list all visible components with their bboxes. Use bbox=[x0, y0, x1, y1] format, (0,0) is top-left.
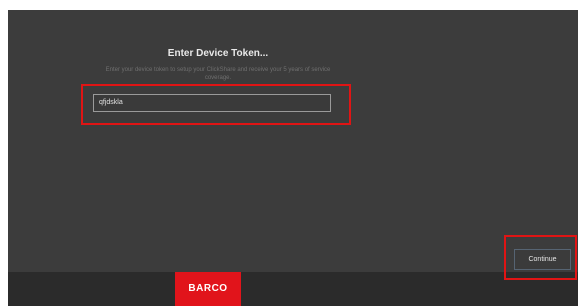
footer-bar bbox=[8, 272, 578, 306]
barco-logo: BARCO bbox=[175, 272, 241, 306]
content-panel: Enter Device Token... Enter your device … bbox=[8, 10, 578, 272]
continue-highlight-box: Continue bbox=[504, 235, 577, 280]
setup-screen: Enter Device Token... Enter your device … bbox=[8, 10, 578, 306]
device-token-input[interactable]: qfjdskla bbox=[93, 94, 331, 112]
continue-button[interactable]: Continue bbox=[514, 249, 571, 270]
dialog-description: Enter your device token to setup your Cl… bbox=[105, 67, 331, 81]
input-highlight-box: qfjdskla bbox=[81, 84, 351, 125]
dialog-title: Enter Device Token... bbox=[167, 48, 269, 59]
